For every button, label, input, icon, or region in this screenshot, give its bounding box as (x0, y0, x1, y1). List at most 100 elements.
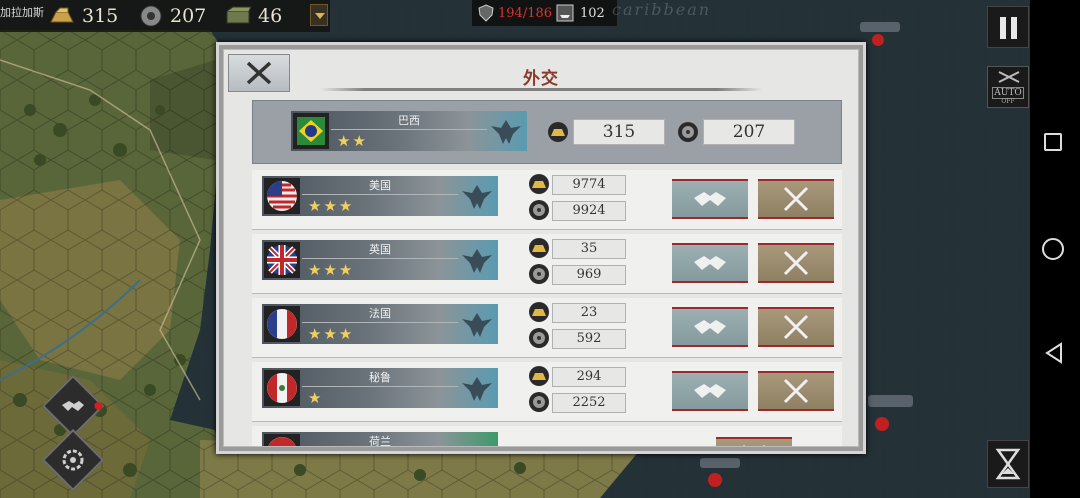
country-banner: 美国 ★★★ (262, 176, 498, 216)
declare-war-button[interactable] (758, 307, 834, 347)
player-banner: 巴西 ★★ (291, 111, 527, 151)
crossed-swords-icon (743, 444, 765, 446)
handshake-icon (694, 256, 726, 270)
country-name: 荷兰 (302, 433, 458, 446)
supply-crate-icon (226, 6, 252, 24)
gold-icon (548, 122, 568, 142)
home-button[interactable] (1042, 238, 1064, 260)
country-name: 法国 (302, 305, 458, 323)
ship-count: 102 (580, 5, 605, 21)
handshake-icon (694, 320, 726, 334)
player-country-row: 巴西 ★★ 315 207 (252, 100, 842, 164)
country-name: 美国 (302, 177, 458, 195)
flag-usa-icon (264, 178, 300, 214)
player-rank-stars: ★★ (337, 132, 368, 150)
declare-war-button[interactable] (758, 371, 834, 411)
army-count: 194/186 (498, 5, 553, 21)
dialog-body: 外交 巴西 ★★ 315 207 美国 ★★★ 9774 9924 英国 ★★★… (223, 49, 859, 447)
city-label: 加拉加斯 (0, 6, 44, 19)
crossed-swords-icon (783, 378, 809, 404)
back-button[interactable] (1044, 342, 1064, 364)
gold-icon (529, 366, 549, 386)
propose-alliance-button[interactable] (672, 243, 748, 283)
army-shield-icon (478, 4, 494, 22)
flag-france-icon (264, 306, 300, 342)
gear-icon (678, 122, 698, 142)
country-gold-value: 294 (552, 367, 626, 387)
resource-dropdown-button[interactable] (310, 4, 328, 26)
handshake-icon (62, 401, 84, 411)
flag-peru-icon (264, 370, 300, 406)
country-row-netherlands: 荷兰 (252, 426, 842, 446)
resource-bar: 加拉加斯 315 207 46 (0, 0, 330, 32)
country-row-peru: 秘鲁 ★ 294 2252 (252, 362, 842, 422)
country-industry-value: 592 (552, 329, 626, 349)
pause-icon (1000, 17, 1006, 39)
flag-uk-icon (264, 242, 300, 278)
country-row-uk: 英国 ★★★ 35 969 (252, 234, 842, 294)
rank-stars: ★★★ (308, 261, 355, 279)
country-industry-value: 9924 (552, 201, 626, 221)
diplomacy-dialog: 外交 巴西 ★★ 315 207 美国 ★★★ 9774 9924 英国 ★★★… (216, 42, 866, 454)
declare-war-button[interactable] (716, 437, 792, 446)
pause-button[interactable] (987, 6, 1029, 48)
title-divider (320, 88, 762, 91)
gear-icon (140, 5, 162, 27)
country-name: 秘鲁 (302, 369, 458, 387)
gear-icon (62, 449, 84, 471)
country-gold-value: 35 (552, 239, 626, 259)
declare-war-button[interactable] (758, 243, 834, 283)
eagle-emblem-icon (462, 313, 492, 337)
gold-icon (529, 174, 549, 194)
recent-apps-button[interactable] (1044, 133, 1062, 151)
player-gold-value: 315 (573, 119, 665, 145)
eagle-emblem-icon (491, 120, 521, 144)
industry-resource: 207 (138, 0, 206, 32)
propose-alliance-button[interactable] (672, 307, 748, 347)
propose-alliance-button[interactable] (672, 179, 748, 219)
gold-icon (529, 238, 549, 258)
country-gold-value: 23 (552, 303, 626, 323)
flag-netherlands-icon (264, 434, 300, 446)
declare-war-button[interactable] (758, 179, 834, 219)
hourglass-icon (995, 448, 1021, 480)
country-name: 英国 (302, 241, 458, 259)
country-row-france: 法国 ★★★ 23 592 (252, 298, 842, 358)
notification-dot (94, 402, 103, 410)
gold-resource: 315 (48, 0, 118, 32)
industry-value: 207 (170, 5, 207, 27)
country-industry-value: 2252 (552, 393, 626, 413)
unit-count-bar: 194/186 102 (472, 0, 617, 26)
eagle-emblem-icon (462, 249, 492, 273)
gear-icon (529, 264, 549, 284)
eagle-emblem-icon (462, 185, 492, 209)
country-banner: 荷兰 (262, 432, 498, 446)
map-region-label: caribbean (612, 0, 712, 19)
rank-stars: ★★★ (308, 197, 355, 215)
country-banner: 秘鲁 ★ (262, 368, 498, 408)
supply-resource: 46 (224, 0, 282, 32)
handshake-icon (694, 384, 726, 398)
crossed-swords-icon (783, 250, 809, 276)
country-industry-value: 969 (552, 265, 626, 285)
gold-value: 315 (82, 5, 119, 27)
ship-icon (556, 4, 574, 22)
supply-value: 46 (258, 5, 283, 27)
crossed-swords-icon (783, 314, 809, 340)
dialog-title: 外交 (523, 69, 559, 89)
crossed-swords-icon (783, 186, 809, 212)
end-turn-button[interactable] (987, 440, 1029, 488)
gear-icon (529, 200, 549, 220)
player-country-name: 巴西 (331, 112, 487, 130)
gold-icon (529, 302, 549, 322)
player-industry-value: 207 (703, 119, 795, 145)
gear-icon (529, 328, 549, 348)
country-banner: 英国 ★★★ (262, 240, 498, 280)
propose-alliance-button[interactable] (672, 371, 748, 411)
rank-stars: ★★★ (308, 325, 355, 343)
gear-icon (529, 392, 549, 412)
country-gold-value: 9774 (552, 175, 626, 195)
gold-icon (50, 7, 74, 23)
eagle-emblem-icon (462, 377, 492, 401)
auto-battle-button[interactable]: AUTO OFF (987, 66, 1029, 108)
